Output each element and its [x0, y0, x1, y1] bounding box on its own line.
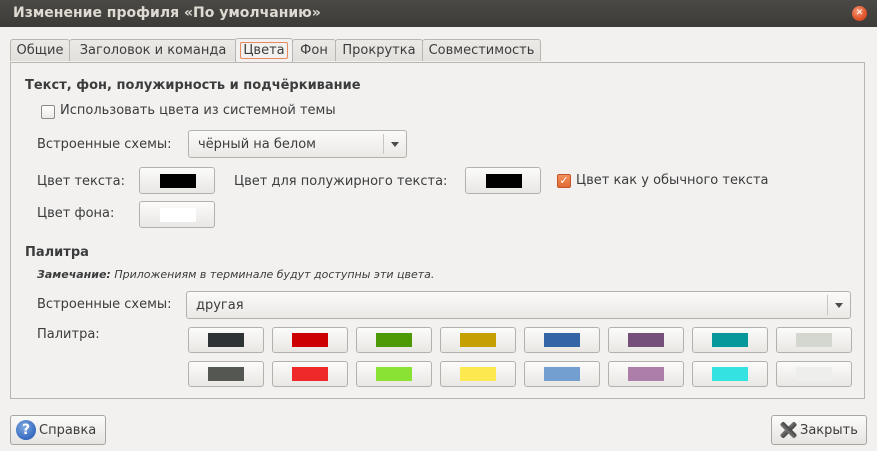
- bold-color-button[interactable]: [465, 167, 541, 194]
- palette-color-button[interactable]: [188, 327, 264, 353]
- use-system-theme-checkbox[interactable]: [41, 105, 55, 119]
- palette-color-swatch: [208, 333, 244, 347]
- palette-color-button[interactable]: [524, 327, 600, 353]
- help-button-label: Справка: [39, 422, 97, 438]
- palette-color-button[interactable]: [272, 327, 348, 353]
- palette-color-button[interactable]: [188, 361, 264, 387]
- colors-panel: Текст, фон, полужирность и подчёркивание…: [10, 62, 865, 399]
- window-title: Изменение профиля «По умолчанию»: [13, 5, 321, 21]
- palette-color-swatch: [796, 367, 832, 381]
- tab-title-command[interactable]: Заголовок и команда: [69, 39, 237, 61]
- palette-color-swatch: [292, 367, 328, 381]
- bold-color-swatch: [486, 174, 522, 188]
- palette-color-swatch: [796, 333, 832, 347]
- tab-general[interactable]: Общие: [10, 39, 70, 61]
- palette-note-text: Приложениям в терминале будут доступны э…: [110, 268, 435, 281]
- palette-color-button[interactable]: [776, 361, 852, 387]
- tab-colors[interactable]: Цвета: [235, 38, 293, 62]
- tab-compatibility[interactable]: Совместимость: [422, 39, 541, 61]
- palette-color-button[interactable]: [608, 361, 684, 387]
- palette-color-button[interactable]: [356, 361, 432, 387]
- palette-color-button[interactable]: [356, 327, 432, 353]
- palette-color-button[interactable]: [692, 327, 768, 353]
- palette-color-swatch: [460, 367, 496, 381]
- close-button[interactable]: Закрыть: [771, 415, 867, 445]
- palette-color-swatch: [712, 367, 748, 381]
- palette-color-button[interactable]: [608, 327, 684, 353]
- builtin-schemes-label: Встроенные схемы:: [37, 137, 172, 152]
- palette-color-swatch: [544, 367, 580, 381]
- bg-color-button[interactable]: [139, 201, 215, 228]
- palette-color-button[interactable]: [776, 327, 852, 353]
- close-icon: [778, 420, 798, 440]
- text-scheme-value: чёрный на белом: [198, 137, 316, 152]
- palette-color-swatch: [376, 367, 412, 381]
- palette-scheme-value: другая: [196, 298, 244, 313]
- palette-note: Замечание: Приложениям в терминале будут…: [37, 268, 434, 281]
- palette-color-swatch: [292, 333, 328, 347]
- palette-schemes-label: Встроенные схемы:: [37, 297, 172, 312]
- tab-scrolling[interactable]: Прокрутка: [335, 39, 423, 61]
- palette-color-swatch: [460, 333, 496, 347]
- palette-color-swatch: [208, 367, 244, 381]
- chevron-down-icon: [835, 303, 843, 308]
- title-bar: Изменение профиля «По умолчанию» ✕: [0, 0, 877, 27]
- palette-color-button[interactable]: [524, 361, 600, 387]
- text-color-button[interactable]: [139, 167, 215, 194]
- palette-color-swatch: [712, 333, 748, 347]
- text-scheme-combo[interactable]: чёрный на белом: [188, 130, 407, 158]
- palette-label: Палитра:: [37, 327, 100, 342]
- palette-color-button[interactable]: [440, 361, 516, 387]
- palette-color-swatch: [376, 333, 412, 347]
- window-close-icon[interactable]: ✕: [852, 6, 867, 21]
- palette-note-label: Замечание:: [37, 268, 111, 281]
- palette-color-swatch: [544, 333, 580, 347]
- text-color-label: Цвет текста:: [37, 174, 125, 189]
- palette-color-button[interactable]: [692, 361, 768, 387]
- palette-color-swatch: [628, 367, 664, 381]
- same-as-text-label: Цвет как у обычного текста: [576, 173, 769, 188]
- palette-color-button[interactable]: [272, 361, 348, 387]
- palette-color-button[interactable]: [440, 327, 516, 353]
- palette-scheme-combo[interactable]: другая: [186, 291, 851, 319]
- bg-color-label: Цвет фона:: [37, 206, 115, 221]
- text-color-swatch: [160, 174, 196, 188]
- same-as-text-checkbox[interactable]: ✓: [557, 174, 571, 188]
- use-system-theme-label: Использовать цвета из системной темы: [60, 103, 336, 118]
- bold-color-label: Цвет для полужирного текста:: [234, 174, 448, 189]
- text-colors-heading: Текст, фон, полужирность и подчёркивание: [25, 78, 361, 93]
- tab-background[interactable]: Фон: [292, 39, 336, 61]
- palette-color-swatch: [628, 333, 664, 347]
- chevron-down-icon: [391, 142, 399, 147]
- help-button[interactable]: ? Справка: [10, 415, 106, 445]
- close-button-label: Закрыть: [800, 422, 858, 438]
- palette-heading: Палитра: [25, 245, 89, 260]
- help-icon: ?: [16, 420, 36, 440]
- bg-color-swatch: [160, 208, 196, 222]
